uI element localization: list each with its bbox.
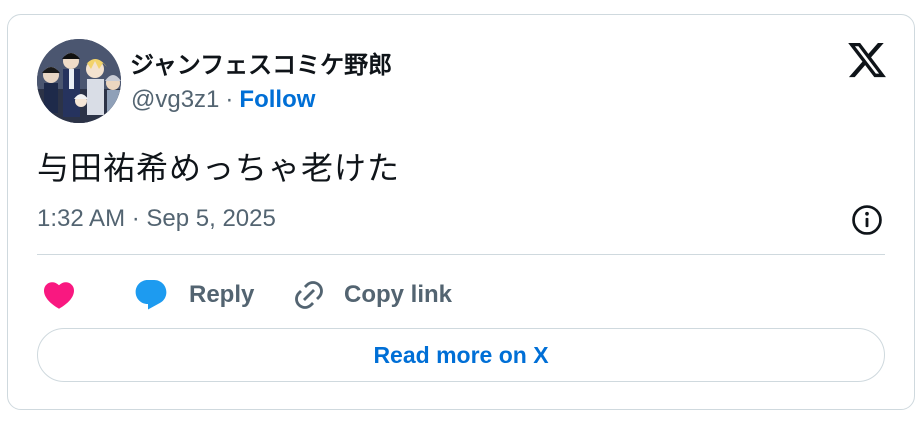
heart-icon — [43, 282, 75, 309]
avatar[interactable] — [37, 39, 121, 123]
author-display-name[interactable]: ジャンフェスコミケ野郎 — [130, 45, 392, 80]
anime-characters-avatar-icon — [37, 39, 121, 123]
follow-link[interactable]: Follow — [239, 86, 315, 113]
divider — [37, 254, 885, 255]
read-more-button[interactable]: Read more on X — [37, 328, 885, 382]
reply-label: Reply — [189, 281, 255, 308]
tweet-text: 与田祐希めっちゃ老けた — [37, 150, 401, 186]
copy-link-button[interactable]: Copy link — [292, 275, 452, 315]
info-icon[interactable] — [850, 203, 884, 237]
reply-button[interactable]: Reply — [133, 275, 254, 315]
link-icon — [295, 281, 323, 309]
author-handle-row: @vg3z1 · Follow — [131, 86, 315, 114]
copy-link-label: Copy link — [344, 281, 453, 308]
author-handle[interactable]: @vg3z1 — [131, 86, 219, 113]
speech-bubble-icon — [135, 280, 167, 310]
separator-dot: · — [225, 86, 234, 113]
x-logo-icon[interactable] — [846, 39, 888, 81]
tweet-timestamp[interactable]: 1:32 AM · Sep 5, 2025 — [37, 205, 276, 233]
like-button[interactable] — [41, 275, 77, 315]
tweet-embed-card: ジャンフェスコミケ野郎 @vg3z1 · Follow 与田祐希めっちゃ老けた 1:… — [7, 14, 915, 410]
